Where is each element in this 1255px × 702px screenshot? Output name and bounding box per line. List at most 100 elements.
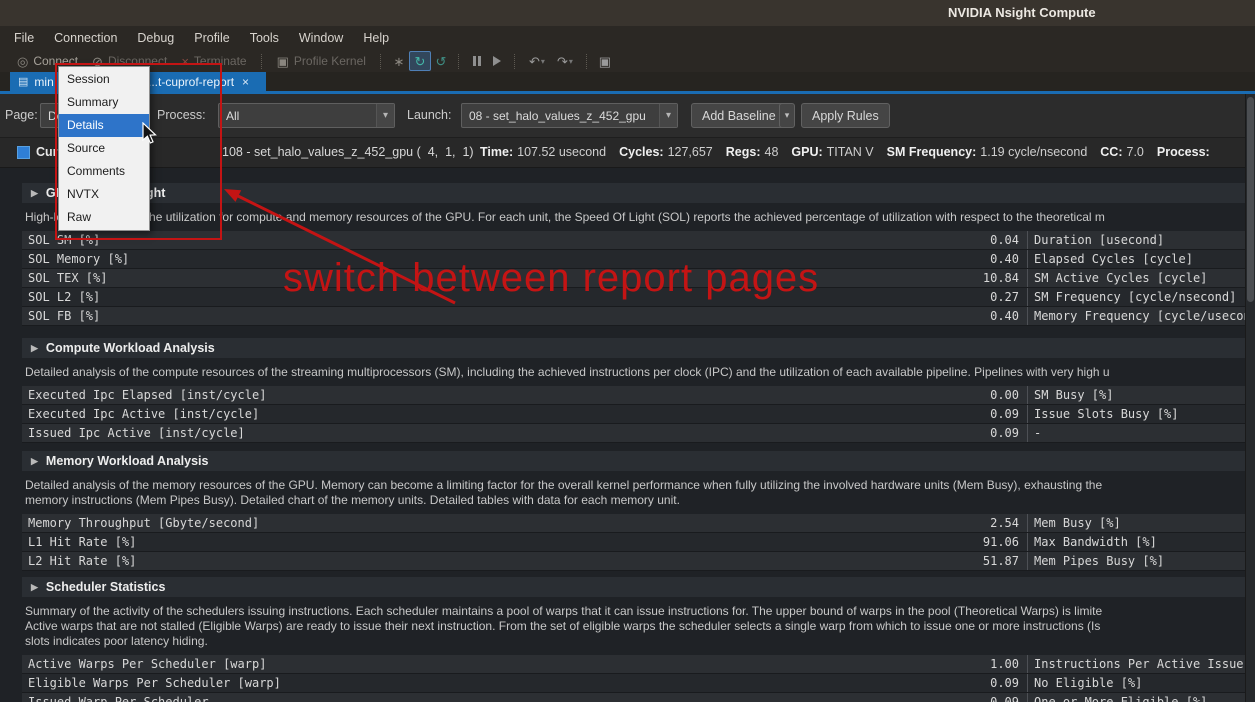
menu-item-connection[interactable]: Connection — [44, 26, 127, 50]
flower-icon: ∗ — [394, 55, 405, 68]
section-header[interactable]: ▶ GPU Speed Of Light — [22, 183, 1245, 203]
chevron-down-icon: ▾ — [541, 57, 545, 66]
metric-set-button[interactable]: ∗ — [389, 52, 409, 70]
menu-item-summary[interactable]: Summary — [59, 91, 149, 114]
toolbar-separator — [586, 54, 588, 69]
metric-label: GPU: — [791, 145, 822, 159]
metric-name: L1 Hit Rate [%] — [28, 533, 136, 551]
metric-name: SOL Memory [%] — [28, 250, 129, 268]
terminate-label: Terminate — [194, 54, 247, 68]
metric-value: 0.09 — [990, 693, 1019, 702]
current-checkbox[interactable] — [17, 146, 30, 159]
add-baseline-dropdown-button[interactable]: ▾ — [779, 103, 795, 128]
process-select[interactable]: All ▾ — [218, 103, 395, 128]
metric-name: SOL FB [%] — [28, 307, 100, 325]
profile-kernel-button[interactable]: ▣ Profile Kernel — [270, 51, 373, 71]
undo-button[interactable]: ↶ ▾ — [523, 52, 551, 70]
metric-label: Cycles: — [619, 145, 663, 159]
metric-name: SOL SM [%] — [28, 231, 100, 249]
close-icon[interactable]: × — [242, 75, 249, 89]
section-header[interactable]: ▶ Scheduler Statistics — [22, 577, 1245, 597]
auto-refresh-button[interactable]: ↻ — [409, 51, 431, 71]
copy-button[interactable]: ▣ — [595, 52, 615, 70]
menu-item-session[interactable]: Session — [59, 68, 149, 91]
metric-name-2: No Eligible [%] — [1028, 674, 1245, 692]
menu-item-raw[interactable]: Raw — [59, 206, 149, 229]
description-line: Summary of the activity of the scheduler… — [25, 604, 1245, 619]
metric-name: Executed Ipc Elapsed [inst/cycle] — [28, 386, 266, 404]
metric-name: Eligible Warps Per Scheduler [warp] — [28, 674, 281, 692]
metric-name: Issued Warp Per Scheduler — [28, 693, 209, 702]
menu-item-details[interactable]: Details — [59, 114, 149, 137]
section-header[interactable]: ▶ Compute Workload Analysis — [22, 338, 1245, 358]
metric-name: SOL L2 [%] — [28, 288, 100, 306]
table-row: Executed Ipc Elapsed [inst/cycle]0.00SM … — [22, 386, 1245, 405]
table-left-pane: SOL TEX [%]10.84 — [22, 269, 1028, 287]
menu-bar: File Connection Debug Profile Tools Wind… — [0, 26, 1255, 50]
toolbar-separator — [514, 54, 516, 69]
launch-select[interactable]: 08 - set_halo_values_z_452_gpu ▾ — [461, 103, 678, 128]
profile-kernel-icon: ▣ — [277, 55, 289, 68]
metrics-table: SOL SM [%]0.04Duration [usecond] SOL Mem… — [22, 231, 1245, 326]
reload-icon: ↺ — [436, 55, 447, 68]
apply-rules-button[interactable]: Apply Rules — [801, 103, 890, 128]
page-toolbar: Page: Details ▾ Process: All ▾ Launch: 0… — [0, 94, 1255, 138]
menu-item-source[interactable]: Source — [59, 137, 149, 160]
menu-item-tools[interactable]: Tools — [240, 26, 289, 50]
metric-value: 10.84 — [983, 269, 1019, 287]
metric-value: 51.87 — [983, 552, 1019, 570]
add-baseline-button[interactable]: Add Baseline — [691, 103, 787, 128]
process-select-value: All — [226, 109, 239, 123]
tab-label: min — [34, 75, 53, 89]
section-header[interactable]: ▶ Memory Workload Analysis — [22, 451, 1245, 471]
table-left-pane: L2 Hit Rate [%] 51.87 — [22, 552, 1028, 570]
metric-name-2: Issue Slots Busy [%] — [1028, 405, 1245, 423]
menu-item-window[interactable]: Window — [289, 26, 353, 50]
tab-report-2[interactable]: ...t-cuprof-report × — [140, 72, 266, 91]
chevron-down-icon: ▾ — [569, 57, 573, 66]
terminate-icon: × — [181, 55, 189, 68]
menu-item-file[interactable]: File — [4, 26, 44, 50]
menu-item-nvtx[interactable]: NVTX — [59, 183, 149, 206]
refresh-icon: ↻ — [415, 55, 426, 68]
metric-name: Active Warps Per Scheduler [warp] — [28, 655, 266, 673]
metric-label: CC: — [1100, 145, 1122, 159]
redo-button[interactable]: ↷ ▾ — [551, 52, 579, 70]
table-row: L1 Hit Rate [%]91.06Max Bandwidth [%] — [22, 533, 1245, 552]
step-button[interactable] — [487, 52, 507, 70]
metric-value: 107.52 usecond — [517, 145, 606, 159]
metric-value: 0.09 — [990, 424, 1019, 442]
report-content: ▶ GPU Speed Of Light High-level overview… — [0, 168, 1245, 702]
menu-item-profile[interactable]: Profile — [184, 26, 239, 50]
section-description: High-level overview of the utilization f… — [25, 210, 1245, 225]
section-title: Memory Workload Analysis — [46, 454, 209, 468]
menu-item-debug[interactable]: Debug — [127, 26, 184, 50]
metric-value: 0.09 — [990, 405, 1019, 423]
table-left-pane: SOL FB [%]0.40 — [22, 307, 1028, 325]
window-title: NVIDIA Nsight Compute — [948, 5, 1096, 20]
table-left-pane: SOL Memory [%]0.40 — [22, 250, 1028, 268]
description-line: Detailed analysis of the compute resourc… — [25, 365, 1245, 380]
metric-value: 0.27 — [990, 288, 1019, 306]
metric-label: Process: — [1157, 145, 1210, 159]
launch-label: Launch: — [407, 108, 451, 122]
metric-value: 127,657 — [668, 145, 713, 159]
metric-name: L2 Hit Rate [%] — [28, 552, 136, 570]
chevron-down-icon: ▾ — [376, 104, 394, 127]
apply-rules-label: Apply Rules — [812, 109, 879, 123]
reload-report-button[interactable]: ↺ — [431, 52, 451, 70]
metric-name-2: Elapsed Cycles [cycle] — [1028, 250, 1245, 268]
scrollbar-thumb[interactable] — [1247, 97, 1254, 302]
metric-name-2: Mem Pipes Busy [%] — [1028, 552, 1245, 570]
description-line: Active warps that are not stalled (Eligi… — [25, 619, 1245, 634]
terminate-button[interactable]: × Terminate — [174, 51, 253, 71]
copy-icon: ▣ — [599, 55, 611, 68]
menu-item-comments[interactable]: Comments — [59, 160, 149, 183]
metric-label: SM Frequency: — [887, 145, 977, 159]
vertical-scrollbar[interactable] — [1245, 94, 1255, 702]
play-icon — [493, 56, 501, 66]
pause-button[interactable] — [467, 52, 487, 70]
section-title: Compute Workload Analysis — [46, 341, 215, 355]
menu-item-help[interactable]: Help — [353, 26, 399, 50]
metric-value: 7.0 — [1127, 145, 1144, 159]
